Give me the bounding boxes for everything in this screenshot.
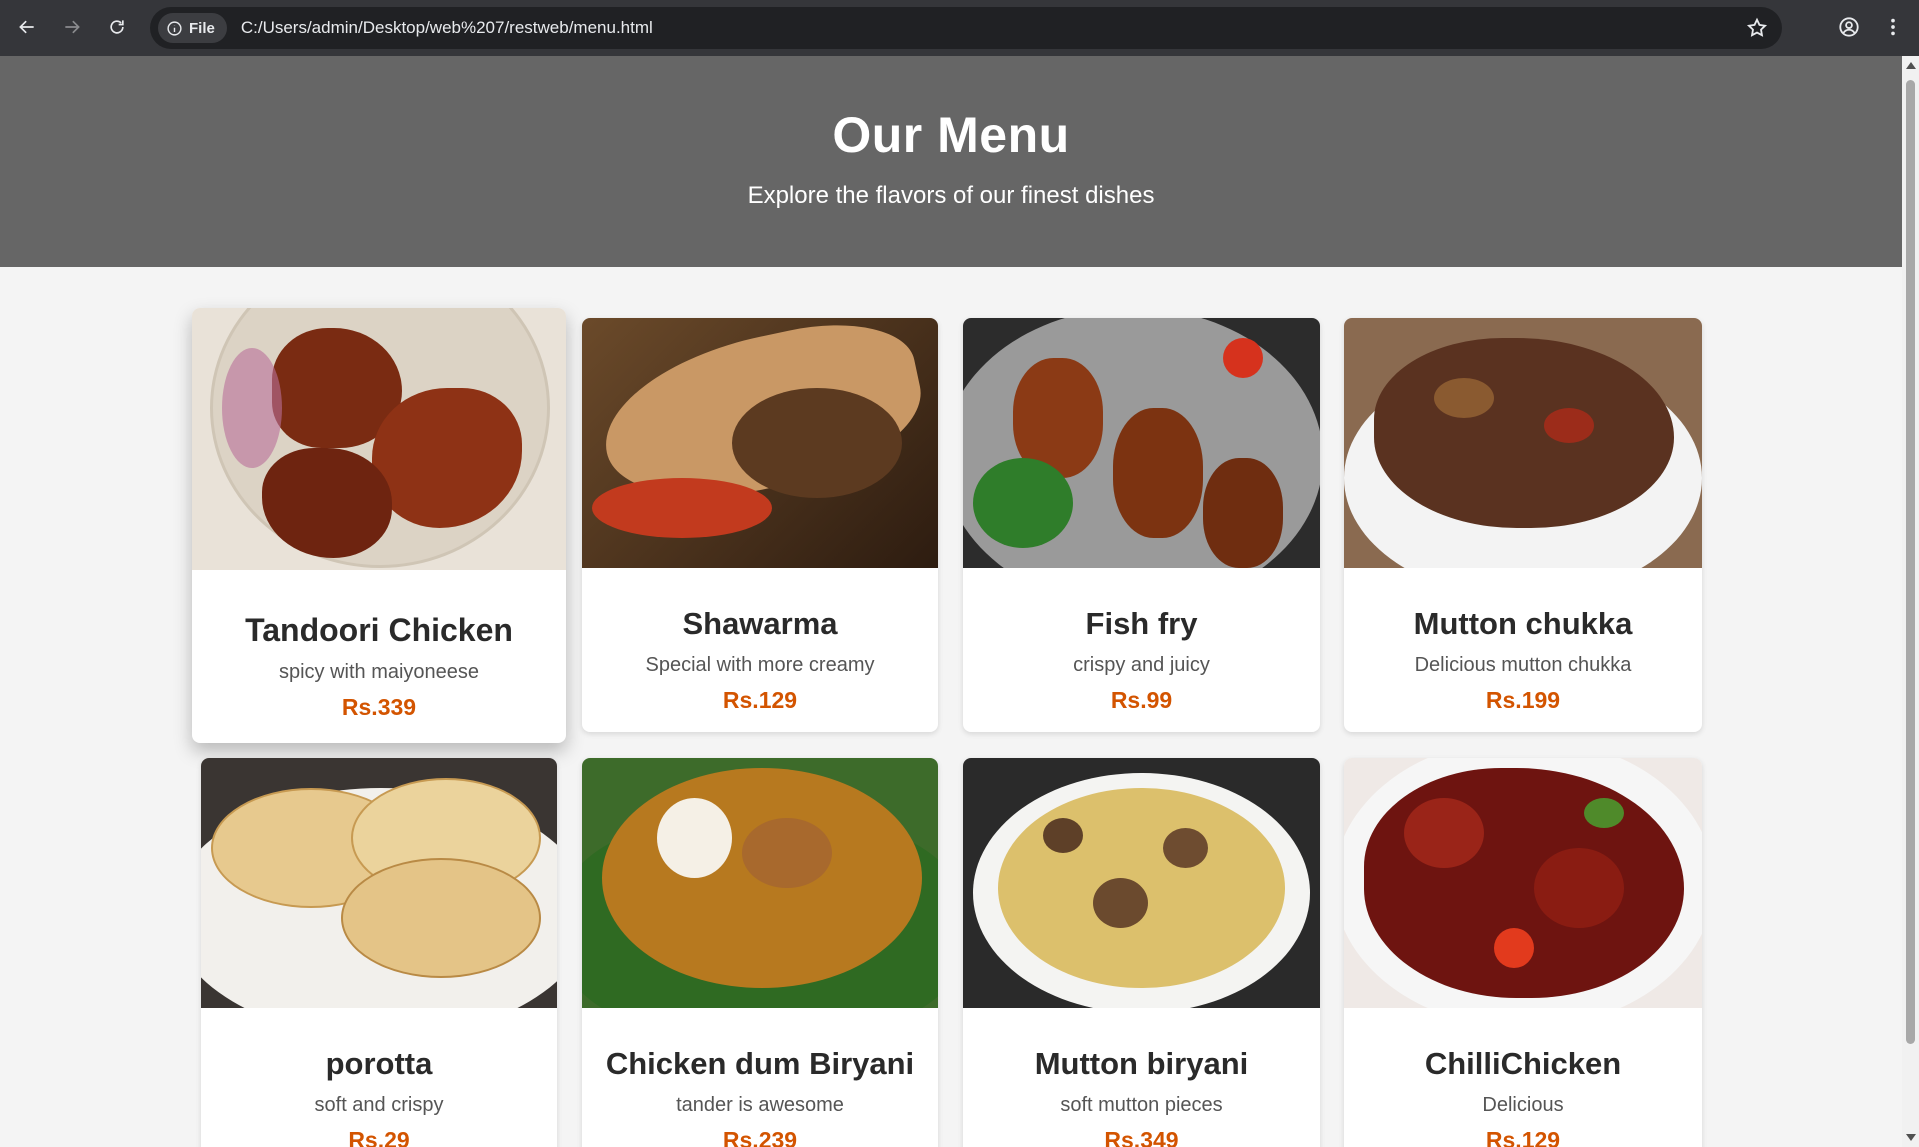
menu-card[interactable]: Fish fry crispy and juicy Rs.99 [963,318,1320,732]
browser-toolbar: File C:/Users/admin/Desktop/web%207/rest… [0,0,1919,56]
scroll-up-arrow-icon[interactable] [1906,62,1916,69]
dish-name: porotta [325,1046,433,1081]
menu-card[interactable]: Chicken dum Biryani tander is awesome Rs… [582,758,938,1147]
forward-arrow-icon[interactable] [57,12,87,42]
scrollbar-thumb[interactable] [1906,80,1915,1044]
dish-description: soft and crispy [314,1094,444,1116]
tandoori-chicken-image [192,308,566,570]
back-arrow-icon[interactable] [12,12,42,42]
dish-price: Rs.129 [722,687,798,713]
dish-price: Rs.349 [1104,1127,1179,1147]
chicken-biryani-image [582,758,938,1008]
dish-name: Tandoori Chicken [245,612,513,648]
menu-card[interactable]: ChilliChicken Delicious Rs.129 [1344,758,1702,1147]
dish-price: Rs.129 [1485,1127,1561,1147]
site-info-label: File [189,19,215,37]
mutton-chukka-image [1344,318,1702,568]
info-icon [167,20,182,36]
dish-name: Chicken dum Biryani [605,1046,915,1081]
dish-name: Mutton biryani [1034,1046,1249,1081]
chilli-chicken-image [1344,758,1702,1008]
shawarma-image [582,318,938,568]
page-viewport: Our Menu Explore the flavors of our fine… [0,56,1902,1147]
url-text[interactable]: C:/Users/admin/Desktop/web%207/restweb/m… [241,18,653,38]
dish-description: spicy with maiyoneese [278,661,480,683]
dish-price: Rs.99 [1110,687,1173,713]
dish-name: Shawarma [682,606,838,641]
menu-card[interactable]: Mutton biryani soft mutton pieces Rs.349 [963,758,1320,1147]
dish-name: ChilliChicken [1424,1046,1622,1081]
bookmark-star-icon[interactable] [1746,17,1768,39]
menu-grid: Tandoori Chicken spicy with maiyoneese R… [0,56,1902,1147]
dish-description: soft mutton pieces [1060,1094,1223,1116]
reload-icon[interactable] [102,12,132,42]
dish-price: Rs.339 [341,694,417,720]
address-bar[interactable]: File C:/Users/admin/Desktop/web%207/rest… [150,7,1782,49]
site-info-chip[interactable]: File [158,13,227,43]
porotta-image [201,758,557,1008]
dish-name: Mutton chukka [1413,606,1633,641]
profile-icon[interactable] [1836,14,1862,40]
dish-description: Delicious mutton chukka [1414,654,1632,676]
vertical-scrollbar[interactable] [1902,56,1919,1147]
scroll-down-arrow-icon[interactable] [1906,1134,1916,1141]
dish-description: Special with more creamy [645,654,875,676]
dish-price: Rs.29 [348,1127,410,1147]
menu-card[interactable]: Shawarma Special with more creamy Rs.129 [582,318,938,732]
fish-fry-image [963,318,1320,568]
menu-card[interactable]: Mutton chukka Delicious mutton chukka Rs… [1344,318,1702,732]
dish-name: Fish fry [1085,606,1198,641]
more-menu-icon[interactable] [1880,14,1906,40]
dish-description: Delicious [1482,1094,1564,1116]
dish-description: tander is awesome [676,1094,844,1116]
dish-price: Rs.239 [722,1127,798,1147]
menu-card[interactable]: porotta soft and crispy Rs.29 [201,758,557,1147]
dish-description: crispy and juicy [1073,654,1210,676]
dish-price: Rs.199 [1485,687,1561,713]
menu-card[interactable]: Tandoori Chicken spicy with maiyoneese R… [192,308,566,743]
mutton-biryani-image [963,758,1320,1008]
